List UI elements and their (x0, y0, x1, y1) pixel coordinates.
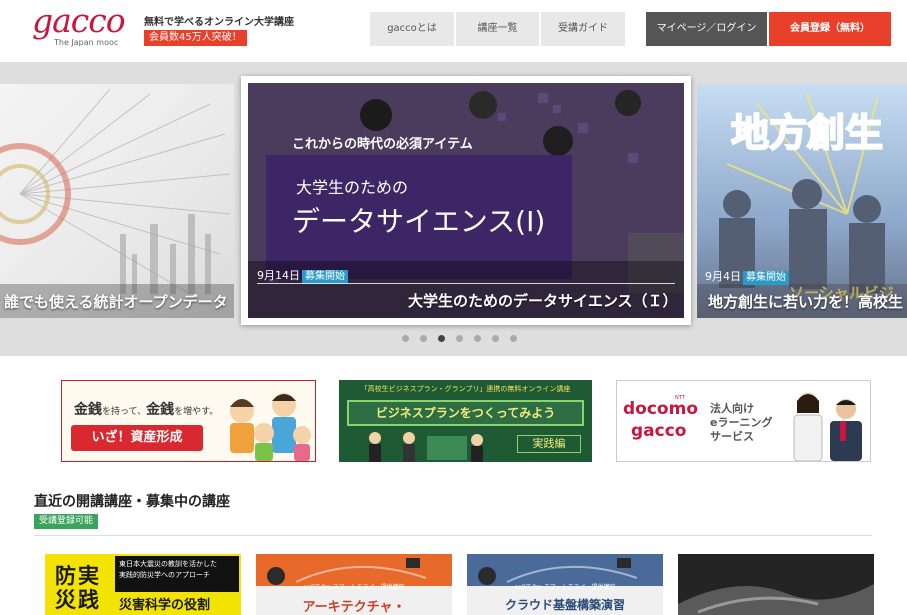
login-button[interactable]: マイページ／ログイン (646, 12, 767, 46)
site-tagline: 無料で学べるオンライン大学講座 (144, 17, 294, 28)
biz-banner-main: ビジネスプランをつくってみよう (347, 400, 584, 426)
logo-subtitle: The Japan mooc (54, 38, 119, 47)
biz-banner-top: 「高校生ビジネスプラン・グランプリ」連携の無料オンライン講座 (360, 385, 571, 393)
headline-part: 金銭 (74, 402, 102, 418)
nav-guide-button[interactable]: 受講ガイド (541, 12, 625, 46)
card-big-text: 防実 災践 (55, 564, 101, 612)
course-card-cloud[interactable]: enPiT-Pro スマートエスイー提供講座 クラウド基盤構築演習 (467, 554, 663, 615)
card-title: クラウド基盤構築演習 (504, 598, 625, 612)
asset-building-banner[interactable]: 金銭を持って、金銭を増やす。 いざ！資産形成 (61, 380, 316, 462)
slide-title: 誰でも使える統計オープンデータ (4, 293, 228, 311)
site-header: gacco The Japan mooc 無料で学べるオンライン大学講座 会員数… (0, 0, 907, 62)
headline-part: を持って、 (102, 407, 147, 417)
slide-date: 9月4日 募集開始 (705, 268, 789, 285)
section-divider (34, 535, 872, 536)
carousel-dots (402, 335, 517, 343)
slide-title: 地方創生に若い力を！高校生 (708, 293, 904, 311)
carousel-slide-statistics[interactable]: 誰でも使える統計オープンデータ (0, 84, 234, 318)
carousel-dot[interactable] (474, 335, 481, 342)
asset-banner-cta: いざ！資産形成 (71, 425, 203, 451)
recruiting-badge: 募集開始 (302, 270, 348, 284)
carousel-dot[interactable] (456, 335, 463, 342)
docomo-wordmark: docomo (623, 399, 698, 419)
slide-title: 大学生のためのデータサイエンス（Ｉ） (408, 292, 678, 310)
hero-carousel: 誰でも使える統計オープンデータ これからの時代の必須アイテム 大学生のための デ… (0, 62, 907, 356)
member-count-badge: 会員数45万人突破！ (144, 30, 247, 46)
course-card-architecture[interactable]: enPiT-Pro スマートエスイー提供講座 アーキテクチャ・ (256, 554, 452, 615)
biz-banner-sub: 実践編 (517, 435, 581, 453)
slide-date-text: 9月14日 (257, 269, 300, 282)
card-label: enPiT-Pro スマートエスイー提供講座 (303, 584, 405, 591)
card-title: アーキテクチャ・ (302, 600, 406, 615)
carousel-slide-regional[interactable]: 地方創生 ソーシャルビジ 9月4日募集開始 地方創生に若い力を！高校生 (697, 84, 907, 318)
gacco-wordmark: gacco (631, 421, 687, 441)
asset-banner-headline: 金銭を持って、金銭を増やす。 (74, 399, 218, 419)
logo-wordmark: gacco (32, 1, 126, 40)
docomo-text-line: eラーニング (710, 416, 773, 429)
carousel-slide-data-science[interactable]: これからの時代の必須アイテム 大学生のための データサイエンス(Ⅰ) 9月14日… (241, 76, 691, 325)
slide-image-title: データサイエンス(Ⅰ) (292, 205, 545, 238)
carousel-dot[interactable] (492, 335, 499, 342)
headline-part: 金銭 (146, 402, 175, 418)
course-card-dark[interactable] (678, 554, 874, 615)
carousel-dot[interactable] (402, 335, 409, 342)
inactive-slide-overlay (0, 84, 234, 318)
card-title: 災害科学の役割 (119, 598, 211, 613)
slide-date-text: 9月4日 (705, 270, 741, 283)
nav-courses-button[interactable]: 講座一覧 (456, 12, 539, 46)
card-note: 東日本大震災の教訓を活かした 実践的防災学へのアプローチ (115, 556, 239, 592)
card-label: enPiT-Pro スマートエスイー提供講座 (514, 584, 616, 591)
docomo-text-line: サービス (710, 430, 754, 443)
docomo-gacco-banner[interactable]: NTT docomo gacco 法人向け eラーニング サービス (616, 380, 871, 462)
card-note-line: 実践的防災学へのアプローチ (119, 571, 210, 579)
slide-divider (257, 283, 675, 284)
slide-image-subtitle: 大学生のための (296, 178, 408, 197)
section-title: 直近の開講講座・募集中の講座 (34, 494, 230, 510)
register-button[interactable]: 会員登録（無料） (769, 12, 891, 46)
recruiting-badge: 募集開始 (743, 271, 789, 285)
slide-image-kicker: これからの時代の必須アイテム (292, 136, 473, 152)
card-image (678, 554, 874, 615)
family-illustration (230, 393, 311, 461)
docomo-banner-text: 法人向け eラーニング サービス (710, 402, 772, 444)
nav-about-button[interactable]: gaccoとは (370, 12, 454, 46)
card-note-line: 東日本大震災の教訓を活かした (119, 560, 217, 568)
registration-open-tag: 受講登録可能 (34, 514, 99, 529)
carousel-dot-active[interactable] (438, 335, 445, 342)
carousel-dot[interactable] (420, 335, 427, 342)
docomo-text-line: 法人向け (710, 402, 754, 415)
gacco-logo[interactable]: gacco The Japan mooc (32, 3, 132, 51)
business-plan-banner[interactable]: 「高校生ビジネスプラン・グランプリ」連携の無料オンライン講座 ビジネスプランをつ… (339, 380, 592, 462)
students-illustration (369, 432, 483, 462)
slide-date: 9月14日 募集開始 (257, 267, 348, 284)
carousel-dot[interactable] (510, 335, 517, 342)
course-card-disaster-science[interactable]: 防実 災践 東日本大震災の教訓を活かした 実践的防災学へのアプローチ 災害科学の… (45, 554, 241, 615)
business-people-illustration (793, 393, 862, 461)
